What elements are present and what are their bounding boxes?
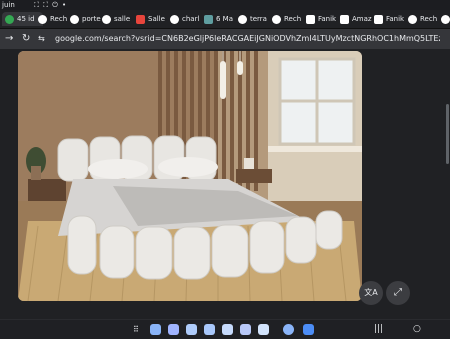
tab-label: terra	[250, 15, 267, 23]
camera-app-icon[interactable]	[186, 324, 197, 335]
tab-label: Fanik	[318, 15, 337, 23]
tab-7[interactable]: terra	[238, 12, 270, 26]
translate-button[interactable]: 文A	[359, 281, 383, 305]
expand-button[interactable]: ⤢	[386, 281, 410, 305]
google-icon	[102, 14, 111, 24]
settings-gear-icon[interactable]	[283, 324, 294, 335]
status-icons: ⛶ ⛶ ⏻ •	[34, 1, 68, 9]
files-app-icon[interactable]	[150, 324, 161, 335]
tab-1[interactable]: Rech	[38, 12, 70, 26]
window-app-icon[interactable]	[258, 324, 269, 335]
bed-photo[interactable]	[18, 51, 362, 301]
status-bar: juin ⛶ ⛶ ⏻ •	[0, 0, 450, 10]
launcher-app-icon[interactable]	[303, 324, 314, 335]
red-site-icon	[136, 14, 145, 24]
google-icon	[70, 14, 79, 24]
status-time: juin	[2, 1, 15, 9]
tab-6[interactable]: 6 Ma	[204, 12, 236, 26]
site-settings-icon[interactable]: ⇆	[38, 34, 48, 44]
tab-3[interactable]: salle	[102, 12, 134, 26]
screen-app-icon[interactable]	[240, 324, 251, 335]
taskbar: ⠿ ||| ○	[0, 319, 450, 339]
tab-label: Fanik	[386, 15, 405, 23]
tab-label: salle	[114, 15, 131, 23]
url-field[interactable]: google.com/search?vsrid=CN6B2eGljP6leRAC…	[55, 29, 440, 49]
tab-label: 6 Ma	[216, 15, 234, 23]
scrollbar-thumb[interactable]	[446, 104, 449, 164]
google-icon	[238, 14, 247, 24]
fanik-icon	[374, 14, 383, 24]
recents-icon[interactable]: |||	[374, 320, 383, 339]
expand-icon: ⤢	[394, 287, 402, 298]
tab-strip: 45 id Rech porte salle Salle charl 6 Ma …	[0, 10, 450, 29]
tab-10[interactable]: Amaz	[340, 12, 373, 26]
tab-5[interactable]: charl	[170, 12, 202, 26]
google-icon	[408, 14, 417, 24]
tab-13[interactable]	[441, 12, 450, 26]
reload-icon[interactable]: ↻	[22, 29, 30, 49]
tab-label: Rech	[284, 15, 302, 23]
tab-8[interactable]: Rech	[272, 12, 304, 26]
tab-label: Rech	[420, 15, 438, 23]
google-icon	[441, 14, 450, 24]
fanik-icon	[306, 14, 315, 24]
tab-label: charl	[182, 15, 200, 23]
tab-label: 45 id	[17, 15, 35, 23]
address-bar: → ↻ ⇆ google.com/search?vsrid=CN6B2eGljP…	[0, 29, 450, 49]
tab-12[interactable]: Rech	[408, 12, 440, 26]
bed-illustration	[18, 51, 362, 301]
chat-app-icon[interactable]	[168, 324, 179, 335]
tab-label: porte	[82, 15, 101, 23]
tab-9[interactable]: Fanik	[306, 12, 339, 26]
messages-app-icon[interactable]	[204, 324, 215, 335]
teal-site-icon	[204, 14, 213, 24]
notes-app-icon[interactable]	[222, 324, 233, 335]
tab-2[interactable]: porte	[70, 12, 102, 26]
google-icon	[38, 14, 47, 24]
tab-label: Salle	[148, 15, 165, 23]
tab-favicon	[5, 14, 14, 24]
tab-0[interactable]: 45 id	[2, 12, 43, 26]
page-content: 文A ⤢	[0, 49, 450, 319]
home-icon[interactable]: ○	[413, 320, 421, 339]
google-icon	[170, 14, 179, 24]
tab-label: Amaz	[352, 15, 372, 23]
forward-icon[interactable]: →	[5, 29, 13, 49]
amazon-icon	[340, 14, 349, 24]
google-icon	[272, 14, 281, 24]
launcher-dots-icon[interactable]: ⠿	[133, 324, 144, 335]
translate-icon: 文A	[364, 288, 378, 297]
tab-label: Rech	[50, 15, 68, 23]
tab-4[interactable]: Salle	[136, 12, 168, 26]
tab-11[interactable]: Fanik	[374, 12, 407, 26]
